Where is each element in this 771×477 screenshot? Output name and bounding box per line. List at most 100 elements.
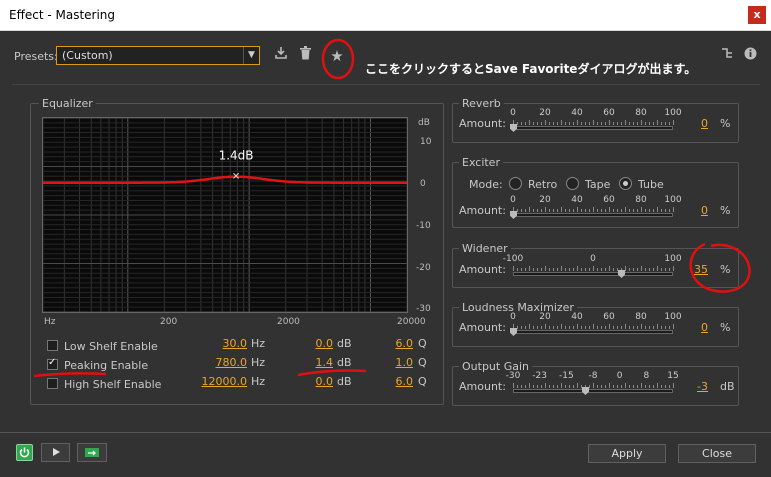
q-unit: Q <box>418 356 427 369</box>
slider-tick <box>661 326 662 329</box>
info-icon[interactable] <box>739 45 761 67</box>
slider-tick <box>533 122 534 125</box>
low-shelf-gain[interactable]: 0.0 <box>297 337 334 350</box>
close-button[interactable]: Close <box>678 444 756 463</box>
close-window-button[interactable]: x <box>748 6 766 24</box>
reverb-unit: % <box>720 117 731 130</box>
slider-tick <box>645 268 646 271</box>
slider-tick <box>569 326 570 329</box>
slider-tick <box>633 122 634 125</box>
loudness-slider[interactable]: 0 20 40 60 80 100 <box>510 312 682 338</box>
exciter-slider[interactable]: 0 20 40 60 80 100 <box>510 195 682 221</box>
slider-tick <box>561 324 562 329</box>
presets-dropdown[interactable]: (Custom) ▼ <box>56 46 260 65</box>
slider-tick <box>541 268 542 271</box>
slider-track[interactable] <box>513 213 673 217</box>
slider-tick <box>661 209 662 212</box>
slider-thumb[interactable] <box>618 270 625 278</box>
slider-track[interactable] <box>513 389 673 393</box>
output-gain-value[interactable]: -3 <box>690 380 708 393</box>
slider-thumb[interactable] <box>582 387 589 395</box>
exciter-unit: % <box>720 204 731 217</box>
slider-tick-label: -100 <box>502 254 524 264</box>
chevron-down-icon[interactable]: ▼ <box>243 47 259 64</box>
slider-tick <box>577 383 578 388</box>
slider-tick <box>617 209 618 212</box>
slider-tick <box>573 122 574 125</box>
high-shelf-q[interactable]: 6.0 <box>383 375 414 388</box>
reverb-slider[interactable]: 0 20 40 60 80 100 <box>510 108 682 134</box>
slider-tick <box>673 120 674 125</box>
routing-icon[interactable] <box>716 45 738 67</box>
eq-graph[interactable]: ✕ 1.4dB <box>42 117 408 313</box>
loop-button[interactable] <box>77 443 107 462</box>
tape-label: Tape <box>585 178 611 191</box>
y-tick: 0 <box>420 179 426 189</box>
eq-graph-svg: ✕ 1.4dB <box>42 117 408 313</box>
output-gain-slider[interactable]: -30 -23 -15 -8 0 8 15 <box>506 371 679 397</box>
slider-tick <box>613 209 614 212</box>
slider-tick <box>665 209 666 212</box>
slider-tick <box>537 209 538 212</box>
apply-button[interactable]: Apply <box>588 444 666 463</box>
tube-radio[interactable] <box>619 177 632 190</box>
slider-tick <box>605 385 606 388</box>
slider-tick-label: 20 <box>539 108 551 118</box>
slider-tick <box>561 207 562 212</box>
slider-tick <box>581 209 582 212</box>
slider-tick-label: 80 <box>635 108 647 118</box>
play-button[interactable] <box>41 443 70 462</box>
slider-tick <box>529 383 530 388</box>
slider-tick <box>521 268 522 271</box>
slider-tick <box>641 266 642 271</box>
slider-tick-label: -15 <box>558 371 574 381</box>
slider-tick <box>593 120 594 125</box>
slider-tick <box>525 385 526 388</box>
slider-tick <box>565 268 566 271</box>
slider-tick-label: 60 <box>603 195 615 205</box>
peaking-q[interactable]: 1.0 <box>383 356 414 369</box>
low-shelf-checkbox[interactable] <box>47 340 58 351</box>
slider-tick <box>649 209 650 212</box>
trash-icon[interactable] <box>294 45 316 67</box>
widener-slider[interactable]: -100 0 100 <box>503 254 682 280</box>
slider-tick <box>585 326 586 329</box>
slider-tick <box>673 266 674 271</box>
retro-radio[interactable] <box>509 177 522 190</box>
power-icon[interactable] <box>16 444 33 461</box>
slider-tick <box>589 122 590 125</box>
slider-tick <box>565 209 566 212</box>
peak-handle-icon: ✕ <box>232 172 240 183</box>
slider-tick <box>533 209 534 212</box>
slider-tick <box>601 268 602 271</box>
slider-tick <box>665 385 666 388</box>
slider-tick <box>657 207 658 212</box>
slider-tick <box>641 324 642 329</box>
slider-tick <box>557 268 558 271</box>
download-preset-icon[interactable] <box>270 45 292 67</box>
loudness-value[interactable]: 0 <box>690 321 708 334</box>
slider-tick <box>665 326 666 329</box>
title-bar: Effect - Mastering x <box>0 0 771 31</box>
slider-tick <box>541 122 542 125</box>
reverb-value[interactable]: 0 <box>690 117 708 130</box>
slider-tick <box>549 209 550 212</box>
slider-tick <box>633 209 634 212</box>
eq-curve <box>43 175 407 184</box>
slider-tick-label: 0 <box>510 108 516 118</box>
exciter-value[interactable]: 0 <box>690 204 708 217</box>
slider-tick <box>613 385 614 388</box>
slider-tick <box>657 120 658 125</box>
window-title: Effect - Mastering <box>9 8 116 22</box>
slider-tick-label: 15 <box>667 371 679 381</box>
slider-track[interactable] <box>513 126 673 130</box>
slider-track[interactable] <box>513 330 673 334</box>
slider-track[interactable] <box>513 272 673 276</box>
low-shelf-freq[interactable]: 30.0 <box>197 337 248 350</box>
slider-tick <box>581 122 582 125</box>
slider-tick <box>657 324 658 329</box>
slider-tick <box>609 120 610 125</box>
tape-radio[interactable] <box>566 177 579 190</box>
low-shelf-q[interactable]: 6.0 <box>383 337 414 350</box>
slider-tick-label: 80 <box>635 312 647 322</box>
